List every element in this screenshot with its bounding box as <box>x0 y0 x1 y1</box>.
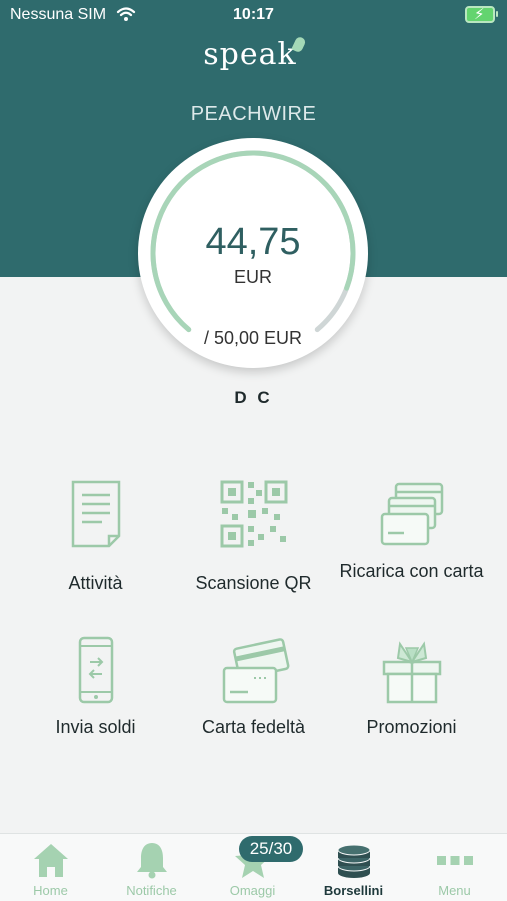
tab-menu[interactable]: Menu <box>404 834 505 901</box>
home-icon <box>31 840 71 880</box>
document-icon <box>60 478 132 550</box>
action-invia-soldi[interactable]: Invia soldi <box>11 636 180 776</box>
tab-label: Menu <box>438 883 471 898</box>
action-scansione-qr[interactable]: Scansione QR <box>169 478 338 618</box>
tab-notifiche[interactable]: Notifiche <box>101 834 202 901</box>
balance-amount: 44,75 <box>205 221 301 263</box>
battery-icon: ⚡ <box>465 6 498 23</box>
tab-label: Notifiche <box>126 883 177 898</box>
tab-label: Omaggi <box>229 883 276 898</box>
brand-logo: speak <box>0 35 507 72</box>
tab-label: Borsellini <box>323 883 384 898</box>
dots-icon <box>435 840 475 880</box>
tab-label: Home <box>33 883 68 898</box>
gift-icon <box>376 636 448 708</box>
tab-borsellini[interactable]: Borsellini <box>303 834 404 901</box>
status-bar: Nessuna SIM 10:17 ⚡ <box>0 0 507 30</box>
action-label: Promozioni <box>366 717 457 737</box>
action-label: Scansione QR <box>195 573 312 593</box>
wallet-owner: D C <box>234 388 273 407</box>
action-attivita[interactable]: Attività <box>11 478 180 618</box>
actions-grid: Attività Scansione QR Ricarica con carta… <box>0 478 507 748</box>
coins-icon <box>334 840 374 880</box>
action-label: Invia soldi <box>55 717 136 737</box>
action-promozioni[interactable]: Promozioni <box>327 636 496 776</box>
balance-currency: EUR <box>233 267 272 287</box>
logo-text: speak <box>203 37 297 72</box>
loyalty-card-icon <box>218 636 290 708</box>
action-label: Attività <box>68 573 123 593</box>
clock: 10:17 <box>233 6 274 23</box>
action-carta-fedelta[interactable]: Carta fedeltà <box>169 636 338 776</box>
phone-transfer-icon <box>60 636 132 708</box>
balance-gauge[interactable]: 44,75 EUR / 50,00 EUR <box>138 138 368 368</box>
action-ricarica-con-carta[interactable]: Ricarica con carta <box>327 478 496 618</box>
balance-limit: / 50,00 EUR <box>203 328 303 348</box>
tab-home[interactable]: Home <box>0 834 101 901</box>
bell-icon <box>132 840 172 880</box>
wallet-name: PEACHWIRE <box>190 103 317 125</box>
cards-icon <box>376 478 448 550</box>
action-label: Ricarica con carta <box>339 561 484 581</box>
omaggi-count-badge: 25/30 <box>239 836 303 862</box>
qr-code-icon <box>218 478 290 550</box>
action-label: Carta fedeltà <box>201 717 306 737</box>
